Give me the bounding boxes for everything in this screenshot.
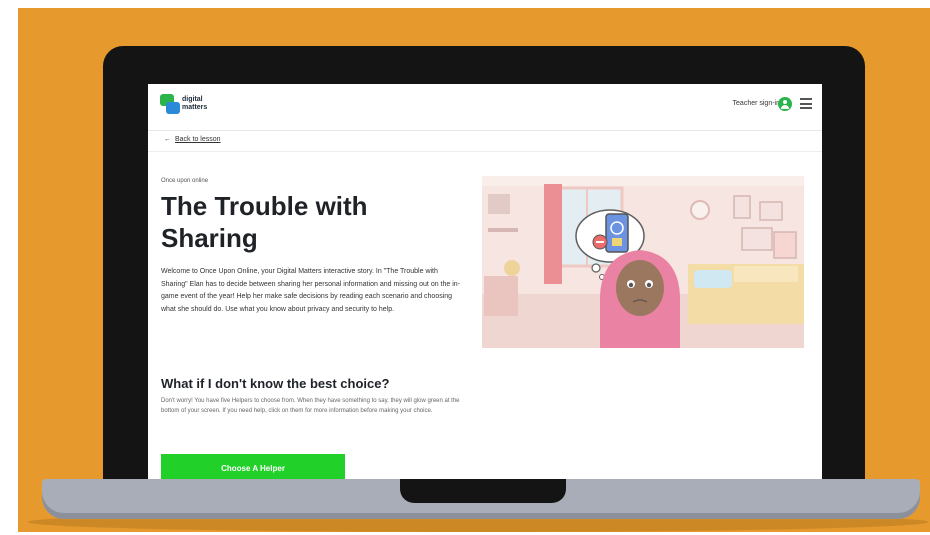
logo-line-1: digital [182, 96, 203, 103]
story-kicker: Once upon online [161, 178, 209, 184]
story-intro: Welcome to Once Upon Online, your Digita… [161, 268, 461, 313]
laptop-notch [400, 479, 566, 503]
arrow-left-icon: ← [164, 136, 171, 143]
hamburger-menu-icon[interactable] [800, 98, 812, 109]
choose-helper-button[interactable]: Choose A Helper [161, 454, 345, 482]
teacher-signin-link[interactable]: Teacher sign-in [733, 100, 780, 107]
logo-text: digital matters [182, 96, 207, 112]
back-link-label: Back to lesson [175, 136, 221, 143]
help-heading: What if I don't know the best choice? [161, 376, 390, 391]
laptop-screen: digital matters Teacher sign-in ← Back to… [148, 84, 822, 484]
page-title: The Trouble with Sharing [161, 191, 368, 253]
user-circle-icon[interactable] [778, 97, 792, 111]
back-link[interactable]: ← Back to lesson [164, 136, 221, 143]
story-illustration [482, 176, 804, 348]
speech-bubbles-logo-icon [160, 94, 180, 116]
site-header: digital matters Teacher sign-in [148, 84, 822, 131]
help-text: Don't worry! You have five Helpers to ch… [161, 398, 460, 414]
site-logo[interactable]: digital matters [160, 94, 230, 120]
breadcrumb-bar: ← Back to lesson [148, 131, 822, 152]
promo-image: digital matters Teacher sign-in ← Back to… [0, 0, 930, 535]
logo-line-2: matters [182, 104, 208, 111]
